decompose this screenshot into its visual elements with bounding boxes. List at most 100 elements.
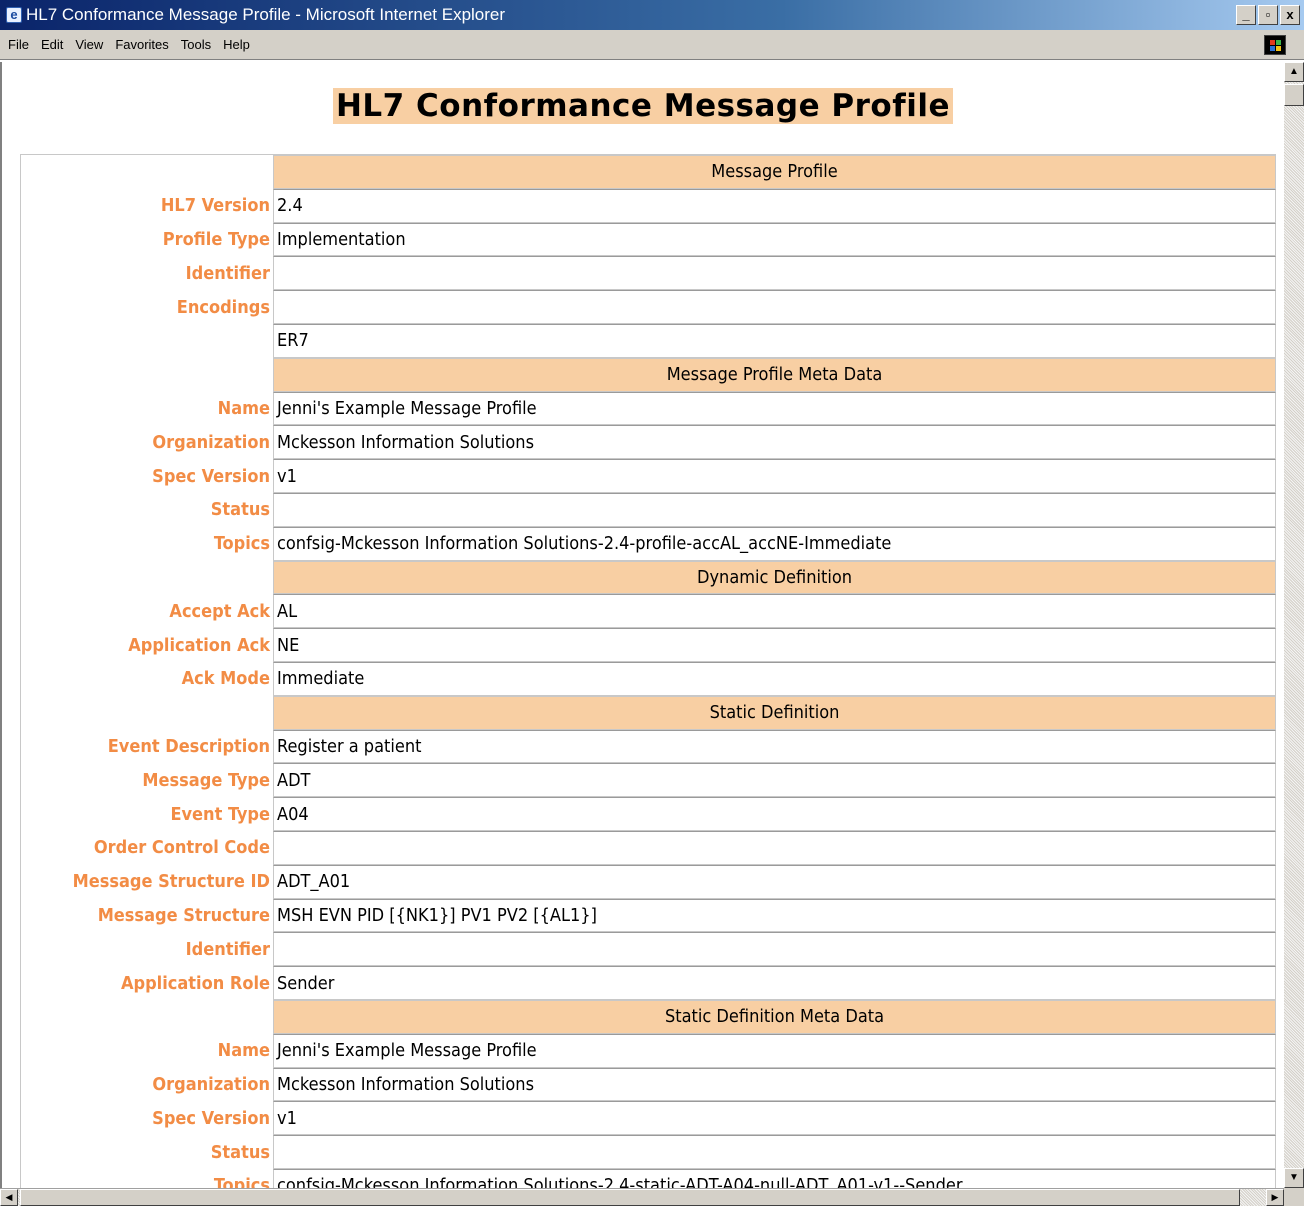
menu-tools[interactable]: Tools: [175, 37, 217, 52]
windows-logo-icon: [1264, 35, 1286, 55]
field-label: HL7 Version: [160, 195, 270, 217]
scroll-right-arrow-icon[interactable]: ▶: [1266, 1189, 1284, 1206]
field-label: Topics: [213, 1175, 270, 1188]
field-label: Order Control Code: [93, 837, 270, 859]
field-label: Status: [210, 499, 270, 521]
table-row: Message Structure MSH EVN PID [{NK1}] PV1…: [21, 898, 1276, 933]
section-header-spacer: [21, 561, 273, 595]
table-row: HL7 Version 2.4: [21, 188, 1276, 223]
table-row: Application Role Sender: [21, 966, 1276, 1000]
field-label: Event Type: [170, 803, 270, 825]
maximize-button[interactable]: ▫: [1258, 5, 1278, 25]
section-header: Static Definition Meta Data: [273, 999, 1276, 1034]
field-label: Event Description: [107, 735, 270, 757]
section-header-spacer: [21, 358, 273, 392]
field-value: Mckesson Information Solutions: [273, 1067, 1276, 1102]
vertical-scroll-thumb[interactable]: [1284, 84, 1304, 106]
table-row: Event Description Register a patient: [21, 729, 1276, 764]
field-value: [273, 830, 1276, 865]
field-label: Encodings: [176, 296, 270, 318]
table-row: Identifier: [21, 256, 1276, 291]
table-row: Organization Mckesson Information Solutio…: [21, 425, 1276, 460]
field-label: Message Structure ID: [72, 871, 270, 893]
menu-bar: File Edit View Favorites Tools Help: [0, 30, 1304, 60]
menu-file[interactable]: File: [0, 37, 35, 52]
table-row: Encodings: [21, 290, 1276, 324]
field-value: [273, 256, 1276, 291]
vertical-scrollbar[interactable]: ▲ ▼: [1284, 62, 1304, 1188]
field-label: Spec Version: [152, 1107, 270, 1129]
field-label: Name: [217, 397, 270, 419]
section-header: Static Definition: [273, 695, 1276, 730]
field-label: Identifier: [185, 262, 270, 284]
field-value: Implementation: [273, 222, 1276, 257]
menu-edit[interactable]: Edit: [35, 37, 69, 52]
table-row: Name Jenni's Example Message Profile: [21, 391, 1276, 426]
field-label: Organization: [152, 431, 270, 453]
section-header: Dynamic Definition: [273, 560, 1276, 595]
section-header-spacer: [21, 696, 273, 730]
table-row: Organization Mckesson Information Solutio…: [21, 1067, 1276, 1102]
field-label: Spec Version: [152, 465, 270, 487]
table-row: Event Type A04: [21, 797, 1276, 831]
table-row: Identifier: [21, 932, 1276, 967]
field-value: A04: [273, 797, 1276, 831]
table-row: Status: [21, 1135, 1276, 1169]
section-header-row: Static Definition: [21, 695, 1276, 730]
minimize-button[interactable]: _: [1236, 5, 1256, 25]
menu-help[interactable]: Help: [217, 37, 256, 52]
horizontal-scrollbar[interactable]: ◀ ▶: [0, 1188, 1284, 1206]
field-value: v1: [273, 1101, 1276, 1136]
field-value: confsig-Mckesson Information Solutions-2…: [273, 526, 1276, 561]
menu-view[interactable]: View: [69, 37, 109, 52]
field-value: MSH EVN PID [{NK1}] PV1 PV2 [{AL1}]: [273, 898, 1276, 933]
field-value: ADT_A01: [273, 864, 1276, 899]
section-header-row: Dynamic Definition: [21, 560, 1276, 595]
table-row: Profile Type Implementation: [21, 222, 1276, 257]
menu-favorites[interactable]: Favorites: [109, 37, 174, 52]
page-heading: HL7 Conformance Message Profile: [332, 88, 953, 124]
horizontal-scroll-thumb[interactable]: [20, 1189, 1240, 1206]
field-label: [21, 324, 273, 358]
field-value: Mckesson Information Solutions: [273, 425, 1276, 460]
section-header-row: Message Profile Meta Data: [21, 357, 1276, 392]
field-value: Sender: [273, 966, 1276, 1000]
field-value: 2.4: [273, 188, 1276, 223]
table-row: Status: [21, 492, 1276, 527]
field-value: Jenni's Example Message Profile: [273, 1033, 1276, 1068]
table-row: Ack Mode Immediate: [21, 661, 1276, 696]
scroll-down-arrow-icon[interactable]: ▼: [1284, 1168, 1304, 1188]
field-value: Register a patient: [273, 729, 1276, 764]
field-label: Status: [210, 1141, 270, 1163]
field-label: Application Role: [120, 972, 270, 994]
scroll-left-arrow-icon[interactable]: ◀: [0, 1189, 18, 1206]
field-value: [273, 1135, 1276, 1169]
page-viewport: HL7 Conformance Message Profile Message …: [0, 62, 1282, 1188]
field-label: Ack Mode: [181, 668, 270, 690]
window-controls: _ ▫ x: [1236, 5, 1300, 25]
field-label: Profile Type: [162, 228, 270, 250]
section-header-spacer: [21, 155, 273, 189]
close-button[interactable]: x: [1280, 5, 1300, 25]
scroll-up-arrow-icon[interactable]: ▲: [1284, 62, 1304, 82]
window-title-bar: e HL7 Conformance Message Profile - Micr…: [0, 0, 1304, 30]
table-row: ER7: [21, 323, 1276, 358]
table-row: Spec Version v1: [21, 459, 1276, 493]
field-value: ADT: [273, 763, 1276, 798]
table-row: Accept Ack AL: [21, 594, 1276, 629]
ie-page-icon: e: [6, 7, 22, 23]
field-label: Topics: [213, 533, 270, 555]
field-value: NE: [273, 628, 1276, 662]
section-header-row: Message Profile: [21, 155, 1276, 189]
section-header-row: Static Definition Meta Data: [21, 999, 1276, 1034]
field-label: Accept Ack: [169, 600, 270, 622]
field-label: Application Ack: [128, 634, 270, 656]
field-value: AL: [273, 594, 1276, 629]
section-header: Message Profile: [273, 155, 1276, 189]
table-row: Name Jenni's Example Message Profile: [21, 1033, 1276, 1068]
field-label: Message Type: [142, 769, 270, 791]
table-row: Order Control Code: [21, 830, 1276, 865]
section-header-spacer: [21, 1000, 273, 1034]
field-value: ER7: [273, 323, 1276, 358]
page-title: HL7 Conformance Message Profile: [2, 88, 1282, 124]
